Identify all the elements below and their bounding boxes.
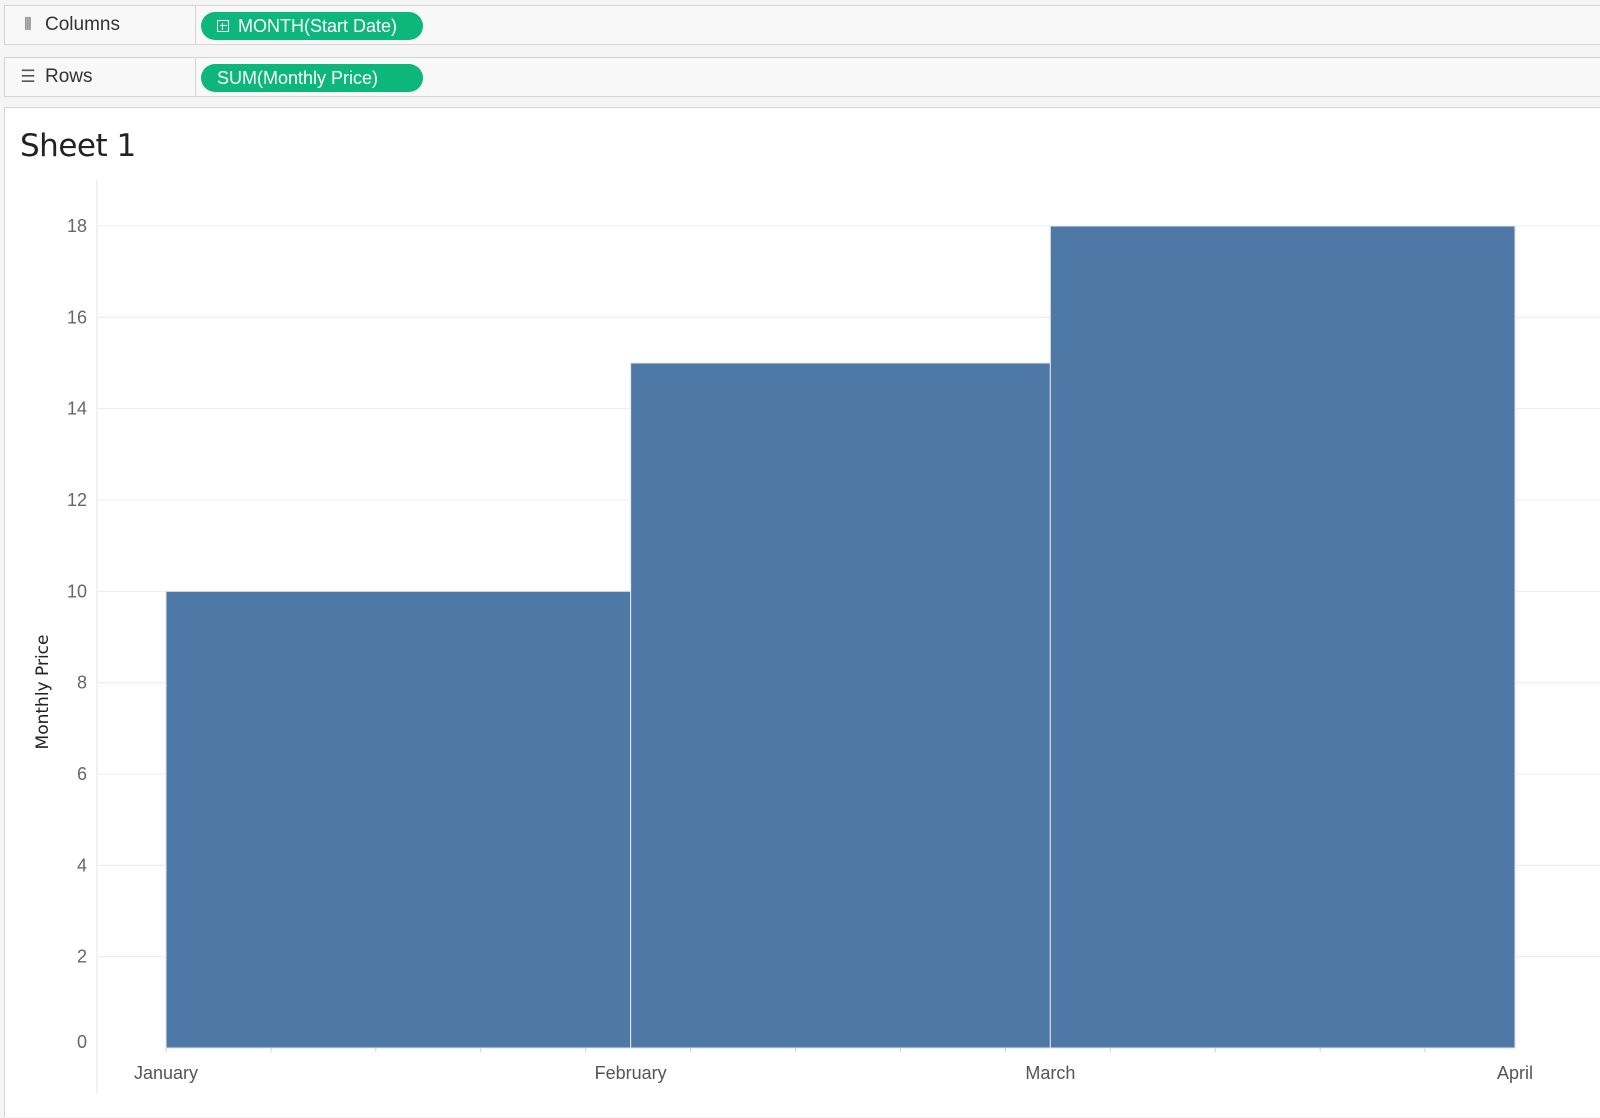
rows-shelf[interactable]: ☰ Rows SUM(Monthly Price): [4, 57, 1600, 97]
y-tick-label-8: 8: [77, 673, 87, 693]
columns-shelf[interactable]: ⫴ Columns MONTH(Start Date): [4, 5, 1600, 45]
y-tick-label-6: 6: [77, 764, 87, 784]
y-tick-label-4: 4: [77, 855, 87, 875]
sum-monthly-price-pill-label: SUM(Monthly Price): [217, 67, 379, 88]
y-tick-label-14: 14: [67, 399, 87, 419]
x-tick-label-april: April: [1497, 1063, 1533, 1083]
month-start-date-pill[interactable]: MONTH(Start Date): [201, 12, 423, 40]
columns-icon: ⫴: [24, 15, 32, 34]
x-tick-label-february: February: [595, 1063, 667, 1083]
sum-monthly-price-pill[interactable]: SUM(Monthly Price): [201, 64, 423, 92]
month-start-date-pill-label: MONTH(Start Date): [238, 15, 398, 36]
y-tick-label-18: 18: [67, 216, 87, 236]
y-axis-title: Monthly Price: [33, 635, 53, 750]
bar-february: [630, 362, 1051, 1049]
x-tick-label-march: March: [1025, 1063, 1075, 1083]
y-tick-label-16: 16: [67, 307, 87, 327]
rows-list-icon: ☰: [20, 67, 36, 86]
rows-shelf-label: ☰ Rows: [5, 58, 196, 96]
y-tick-label-0: 0: [77, 1032, 87, 1052]
x-tick-label-january: January: [134, 1063, 198, 1083]
expand-plus-icon[interactable]: [217, 20, 229, 32]
sheet-view[interactable]: Sheet 1 0 2 4 6 8 10 12 14 16 18 Monthly Price Janu…: [4, 107, 1600, 1117]
rows-label-text: Rows: [45, 66, 93, 87]
columns-label-text: Columns: [45, 14, 120, 35]
bar-march: [1049, 225, 1516, 1049]
y-tick-label-2: 2: [77, 947, 87, 967]
bar-chart[interactable]: 0 2 4 6 8 10 12 14 16 18 Monthly Price January Febru…: [5, 108, 1600, 1118]
y-tick-label-10: 10: [67, 581, 87, 601]
y-tick-label-12: 12: [67, 490, 87, 510]
bar-january: [165, 590, 632, 1049]
columns-shelf-label: ⫴ Columns: [5, 6, 196, 44]
